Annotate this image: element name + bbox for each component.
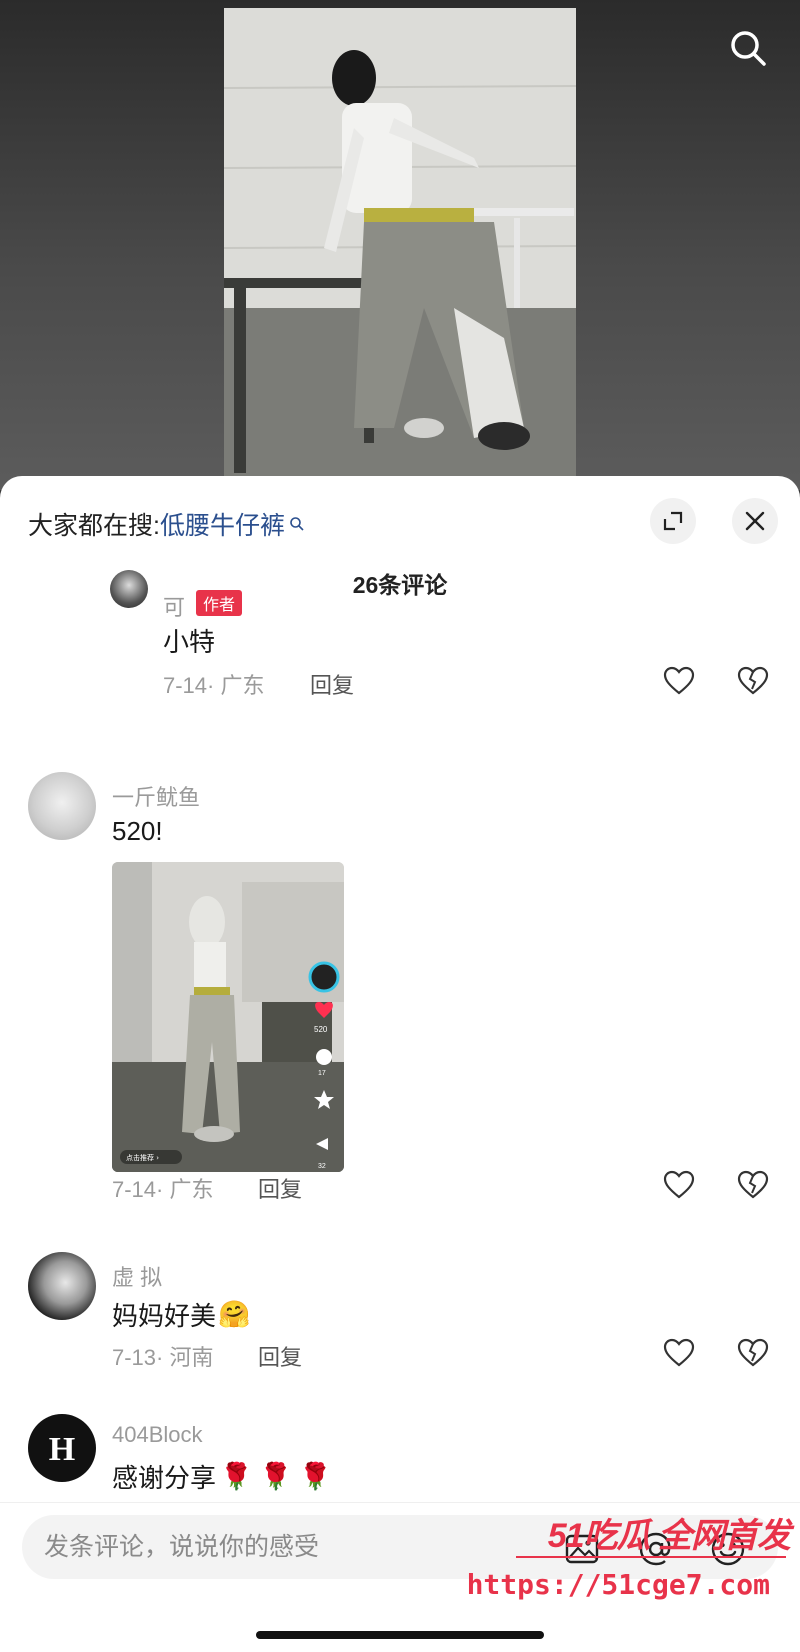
home-indicator bbox=[256, 1631, 544, 1639]
broken-heart-icon[interactable] bbox=[736, 1168, 770, 1202]
comment-sheet: 大家都在搜: 低腰牛仔裤 26条评论 可 作者 小特 7-14· 广东 回复 一… bbox=[0, 476, 800, 1652]
comment-text-body: 感谢分享 bbox=[112, 1463, 217, 1493]
heart-icon[interactable] bbox=[662, 1336, 696, 1370]
reply-button[interactable]: 回复 bbox=[258, 1172, 302, 1204]
comment-date-location: 7-14· 广东 bbox=[163, 673, 265, 698]
comment-item: H 404Block 感谢分享 🌹 🌹 🌹 bbox=[0, 1414, 800, 1504]
mention-icon[interactable] bbox=[638, 1531, 674, 1567]
close-icon bbox=[745, 511, 765, 531]
broken-heart-icon[interactable] bbox=[736, 1336, 770, 1370]
svg-text:H: H bbox=[49, 1431, 75, 1468]
emoji-icon[interactable] bbox=[710, 1531, 746, 1567]
comment-date-location: 7-14· 广东 bbox=[112, 1177, 214, 1202]
comment-item: 虚 拟 妈妈好美 🤗 7-13· 河南 回复 bbox=[0, 1252, 800, 1382]
comment-text: 妈妈好美 🤗 bbox=[112, 1296, 250, 1333]
comment-text: 520! bbox=[112, 816, 163, 846]
comment-username[interactable]: 一斤鱿鱼 bbox=[112, 780, 200, 812]
comment-username[interactable]: 可 bbox=[163, 590, 185, 622]
comment-input-bar bbox=[0, 1502, 800, 1652]
gothic-logo-avatar: H bbox=[49, 1431, 75, 1468]
search-hint-term[interactable]: 低腰牛仔裤 bbox=[160, 506, 285, 542]
expand-button[interactable] bbox=[650, 498, 696, 544]
comment-item: 可 作者 小特 7-14· 广东 回复 bbox=[0, 570, 800, 720]
svg-text:32: 32 bbox=[318, 1163, 326, 1170]
comment-date-location: 7-13· 河南 bbox=[112, 1345, 214, 1370]
comment-text: 小特 bbox=[163, 627, 216, 657]
search-button[interactable] bbox=[724, 24, 772, 72]
emoji: 🌹 🌹 🌹 bbox=[220, 1461, 332, 1491]
reply-button[interactable]: 回复 bbox=[310, 668, 354, 700]
comment-text-body: 妈妈好美 bbox=[112, 1301, 217, 1331]
video-frame[interactable] bbox=[224, 8, 576, 478]
author-badge: 作者 bbox=[196, 590, 243, 616]
svg-text:点击推荐 ›: 点击推荐 › bbox=[126, 1153, 159, 1162]
avatar[interactable]: H bbox=[28, 1414, 96, 1482]
comment-username[interactable]: 虚 拟 bbox=[112, 1260, 162, 1292]
video-still-image bbox=[224, 8, 576, 478]
svg-text:17: 17 bbox=[318, 1070, 326, 1077]
trending-search-hint[interactable]: 大家都在搜: 低腰牛仔裤 bbox=[28, 506, 305, 542]
comment-item: 一斤鱿鱼 520! 520 17 32 点击推荐 › 7-14· 广东 回复 bbox=[0, 772, 800, 1202]
avatar[interactable] bbox=[28, 772, 96, 840]
emoji: 🤗 bbox=[218, 1299, 251, 1329]
comment-input[interactable] bbox=[44, 1525, 524, 1569]
thumbnail-image: 520 17 32 点击推荐 › bbox=[112, 862, 344, 1172]
search-hint-prefix: 大家都在搜: bbox=[28, 512, 160, 540]
close-button[interactable] bbox=[732, 498, 778, 544]
reply-button[interactable]: 回复 bbox=[258, 1340, 302, 1372]
heart-icon[interactable] bbox=[662, 664, 696, 698]
comment-media-wrap: 520 17 32 点击推荐 › bbox=[0, 862, 800, 1172]
expand-icon bbox=[663, 511, 683, 531]
image-icon[interactable] bbox=[564, 1531, 600, 1567]
video-player[interactable] bbox=[0, 0, 800, 490]
svg-text:520: 520 bbox=[314, 1025, 328, 1034]
avatar[interactable] bbox=[110, 570, 148, 608]
comment-text: 感谢分享 🌹 🌹 🌹 bbox=[112, 1458, 332, 1495]
search-icon bbox=[290, 517, 304, 531]
comment-input-pill[interactable] bbox=[22, 1515, 778, 1579]
heart-icon[interactable] bbox=[662, 1168, 696, 1202]
broken-heart-icon[interactable] bbox=[736, 664, 770, 698]
comment-username[interactable]: 404Block bbox=[112, 1422, 203, 1448]
search-icon bbox=[731, 31, 766, 66]
comment-video-thumbnail[interactable]: 520 17 32 点击推荐 › bbox=[112, 862, 344, 1172]
avatar[interactable] bbox=[28, 1252, 96, 1320]
